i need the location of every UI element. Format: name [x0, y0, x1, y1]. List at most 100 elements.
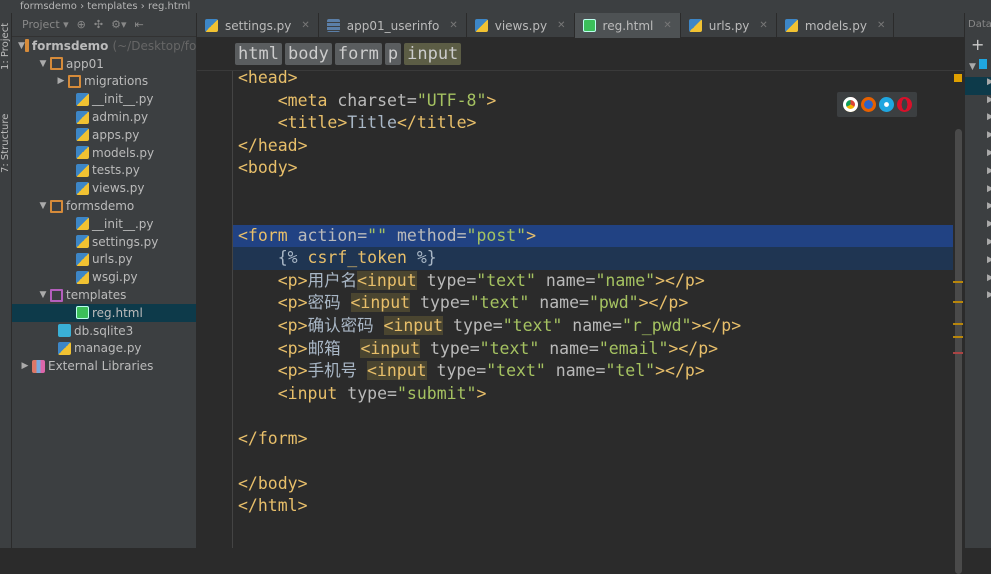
tree-item[interactable]: reg.html	[12, 303, 196, 322]
tree-item[interactable]: manage.py	[12, 340, 196, 358]
python-file-icon	[76, 92, 89, 106]
tree-item[interactable]: urls.py	[12, 251, 196, 269]
expand-arrow-icon[interactable]: ▼	[18, 41, 25, 51]
project-view-selector[interactable]: Project ▾	[22, 18, 69, 31]
tree-item[interactable]: apps.py	[12, 126, 196, 144]
tree-item[interactable]: wsgi.py	[12, 268, 196, 286]
code-line: </head>	[233, 135, 953, 158]
code-token: name=	[529, 293, 589, 313]
tree-item[interactable]: ▼ app01	[12, 55, 196, 73]
close-tab-icon[interactable]: ✕	[301, 20, 309, 31]
tree-item[interactable]: __init__.py	[12, 90, 196, 108]
datasource-row[interactable]: ▶	[965, 273, 991, 291]
code-token: >	[526, 225, 537, 245]
tree-item[interactable]: ▼ templates	[12, 286, 196, 304]
datasource-row[interactable]: ▶	[965, 112, 991, 130]
datasource-row[interactable]: ▶	[965, 130, 991, 148]
breadcrumb-item[interactable]: input	[404, 43, 462, 65]
tree-item-path: (~/Desktop/fo	[112, 38, 196, 53]
expand-arrow-icon[interactable]: ▼	[36, 59, 50, 69]
error-marker[interactable]	[953, 352, 963, 354]
code-token: ></p>	[655, 361, 705, 381]
hide-icon[interactable]: ⇤	[135, 18, 144, 31]
breadcrumb-item[interactable]: body	[284, 43, 332, 65]
expand-arrow-icon[interactable]: ▼	[36, 201, 50, 211]
collapse-arrow-icon[interactable]: ▶	[54, 76, 68, 86]
tree-item[interactable]: __init__.py	[12, 215, 196, 233]
collapse-icon[interactable]: ✣	[94, 18, 103, 31]
tree-item[interactable]: tests.py	[12, 162, 196, 180]
close-tab-icon[interactable]: ✕	[449, 20, 457, 31]
tree-item-label: app01	[66, 56, 104, 71]
close-tab-icon[interactable]: ✕	[877, 20, 885, 31]
gear-icon[interactable]: ⚙▾	[111, 18, 126, 31]
safari-icon[interactable]	[878, 97, 894, 112]
breadcrumb-item[interactable]: html	[235, 43, 282, 65]
code-token: type=	[443, 316, 503, 336]
code-token: name=	[539, 338, 599, 358]
datasource-row[interactable]: ▶	[965, 219, 991, 237]
tree-item-label: __init__.py	[92, 216, 154, 231]
datasource-row[interactable]: ▶	[965, 237, 991, 255]
code-token: >	[476, 383, 487, 403]
datasource-row[interactable]: ▼	[965, 59, 991, 77]
python-file-icon	[76, 110, 89, 124]
tree-item[interactable]: ▼ formsdemo (~/Desktop/fo	[12, 37, 196, 55]
locate-icon[interactable]: ⊕	[77, 18, 86, 31]
tab-settings-py[interactable]: settings.py ✕	[197, 13, 319, 38]
opera-icon[interactable]	[896, 97, 912, 112]
datasource-row[interactable]: ▶	[965, 290, 991, 308]
python-file-icon	[205, 19, 218, 32]
tab-label: reg.html	[602, 18, 654, 33]
close-tab-icon[interactable]: ✕	[663, 20, 671, 31]
project-view-label: Project	[22, 18, 60, 31]
code-editor[interactable]: <head> <meta charset="UTF-8"> <title>Tit…	[233, 67, 953, 518]
datasource-row[interactable]: ▶	[965, 95, 991, 113]
tab-app01-userinfo[interactable]: app01_userinfo ✕	[319, 13, 467, 38]
tab-reg-html[interactable]: reg.html ✕	[574, 13, 681, 38]
python-file-icon	[76, 146, 89, 160]
breadcrumb-item[interactable]: form	[334, 43, 382, 65]
firefox-icon[interactable]	[860, 97, 876, 112]
expand-arrow-icon[interactable]: ▼	[36, 290, 50, 300]
warning-marker[interactable]	[953, 323, 963, 325]
tree-item[interactable]: ▶ External Libraries	[12, 357, 196, 375]
tree-item[interactable]: db.sqlite3	[12, 322, 196, 340]
tree-item[interactable]: admin.py	[12, 108, 196, 126]
tab-urls-py[interactable]: urls.py ✕	[681, 13, 777, 38]
datasource-row[interactable]: ▶	[965, 184, 991, 202]
collapse-arrow-icon[interactable]: ▶	[18, 361, 32, 371]
tree-item-label: External Libraries	[48, 359, 154, 374]
datasource-row[interactable]: ▶	[965, 255, 991, 273]
add-datasource-icon[interactable]: +	[965, 35, 991, 59]
close-tab-icon[interactable]: ✕	[557, 20, 565, 31]
warning-marker[interactable]	[953, 281, 963, 283]
tree-item[interactable]: models.py	[12, 144, 196, 162]
chrome-icon[interactable]	[842, 97, 858, 112]
datasource-row[interactable]: ▶	[965, 166, 991, 184]
datasource-row[interactable]: ▶	[965, 148, 991, 166]
code-token: "UTF-8"	[416, 90, 487, 110]
close-tab-icon[interactable]: ✕	[759, 20, 767, 31]
warning-marker[interactable]	[953, 336, 963, 338]
code-token: 邮箱	[307, 338, 361, 358]
datasource-row[interactable]: ▶	[965, 76, 991, 95]
datasource-row[interactable]: ▶	[965, 201, 991, 219]
tree-item[interactable]: settings.py	[12, 233, 196, 251]
tab-views-py[interactable]: views.py ✕	[467, 13, 575, 38]
tab-models-py[interactable]: models.py ✕	[777, 13, 895, 38]
tree-item-label: templates	[66, 288, 127, 303]
structure-toolwindow-button[interactable]: 7: Structure	[0, 103, 12, 183]
tree-item[interactable]: ▼ formsdemo	[12, 197, 196, 215]
breadcrumb-item[interactable]: p	[384, 43, 402, 65]
warning-marker[interactable]	[953, 301, 963, 303]
code-token: "text"	[502, 316, 563, 336]
project-toolwindow-button[interactable]: 1: Project	[0, 16, 12, 76]
tree-item-label: reg.html	[92, 305, 143, 320]
editor-scrollbar[interactable]	[953, 71, 964, 574]
tree-item[interactable]: ▶ migrations	[12, 73, 196, 91]
tree-item[interactable]: views.py	[12, 179, 196, 197]
code-line: <head>	[233, 67, 953, 90]
